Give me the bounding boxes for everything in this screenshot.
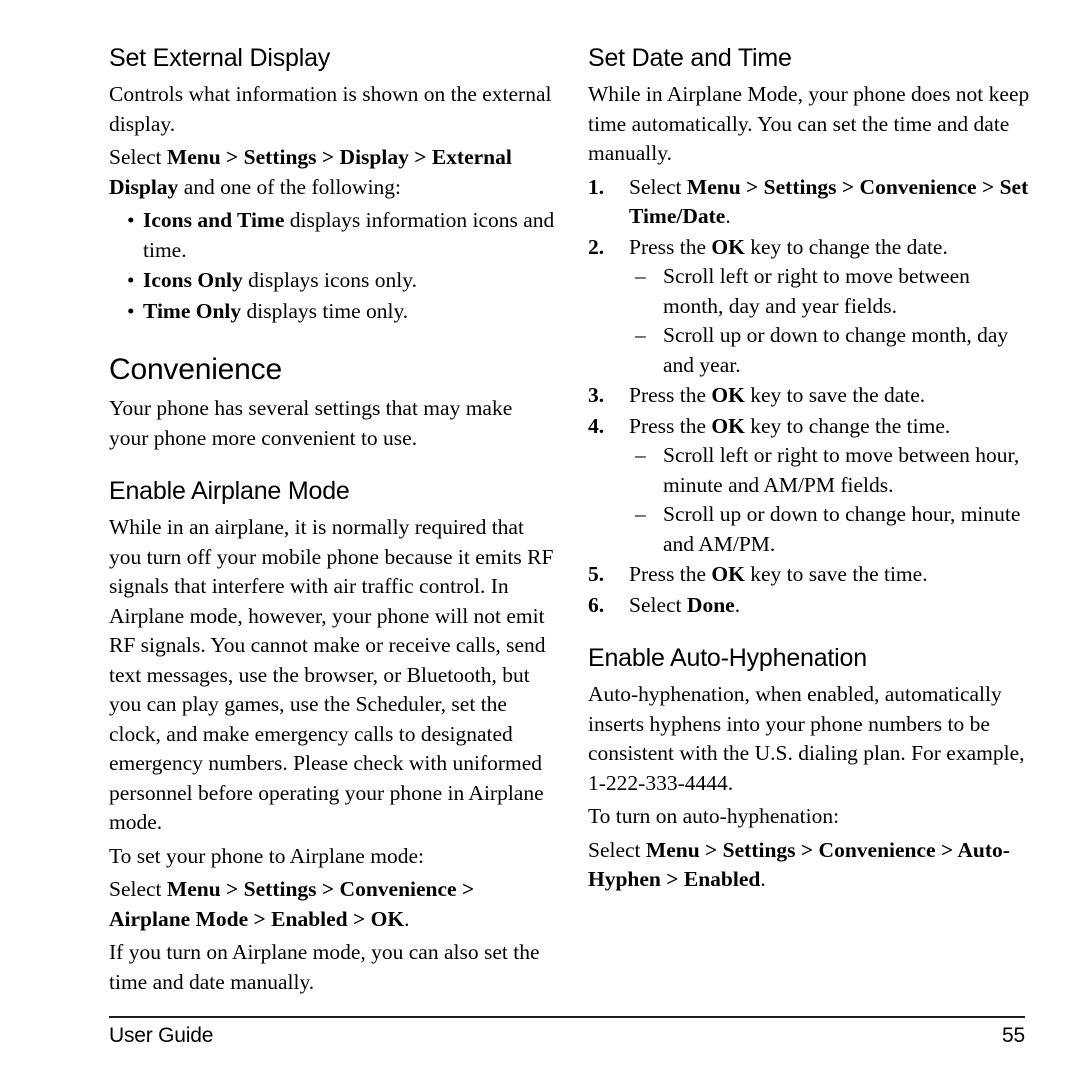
heading-enable-airplane-mode: Enable Airplane Mode xyxy=(109,477,350,505)
option-desc: displays time only. xyxy=(241,298,409,323)
footer-label: User Guide xyxy=(109,1024,214,1047)
footer-divider xyxy=(109,1016,1025,1018)
heading-set-external-display: Set External Display xyxy=(109,44,331,72)
step-lead: Press the xyxy=(629,383,712,407)
step-tail: . xyxy=(734,592,741,617)
key-name: OK xyxy=(711,562,745,586)
step-lead: Select xyxy=(629,592,687,617)
key-name: OK xyxy=(711,413,745,438)
page-number: 55 xyxy=(1002,1024,1025,1047)
step-tail: . xyxy=(725,204,731,228)
page-footer: User Guide 55 xyxy=(109,1016,1025,1048)
sub-step-text: Scroll up or down to change month, day a… xyxy=(663,323,1009,377)
select-lead: Select xyxy=(588,837,646,862)
footer-row: User Guide 55 xyxy=(109,1023,1025,1048)
paragraph-external-display-intro: Controls what information is shown on th… xyxy=(109,82,552,136)
key-name: OK xyxy=(711,383,745,407)
step-tail: key to save the date. xyxy=(744,383,926,407)
bullet-icon: • xyxy=(127,298,135,323)
list-item: – Scroll left or right to move between mo… xyxy=(629,262,1035,321)
paragraph-convenience-intro: Your phone has several settings that may… xyxy=(109,396,513,450)
option-term: Icons Only xyxy=(143,268,243,292)
step-lead: Press the xyxy=(629,413,712,438)
list-item: – Scroll up or down to change hour, minut… xyxy=(629,500,1035,559)
select-lead: Select xyxy=(109,877,167,901)
list-item: • Time Only displays time only. xyxy=(109,297,556,327)
dash-icon: – xyxy=(635,443,646,467)
list-item: 4. Press the OK key to change the time. –… xyxy=(588,412,1035,560)
step-number: 4. xyxy=(588,413,605,438)
heading-set-date-and-time: Set Date and Time xyxy=(588,44,792,72)
step-tail: key to save the time. xyxy=(744,562,928,586)
left-column: Set External Display Controls what infor… xyxy=(109,44,556,1001)
heading-enable-auto-hyphenation: Enable Auto-Hyphenation xyxy=(588,644,867,672)
option-term: Icons and Time xyxy=(143,208,285,232)
select-tail: and one of the following: xyxy=(178,174,402,199)
menu-path-text: Menu > Settings > Convenience > Auto-Hyp… xyxy=(588,837,1010,892)
menu-path-airplane-mode: Select Menu > Settings > Convenience > A… xyxy=(109,875,556,934)
step-lead: Press the xyxy=(629,234,712,259)
list-item: 6. Select Done. xyxy=(588,591,1035,621)
paragraph-airplane-mode-closing: If you turn on Airplane mode, you can al… xyxy=(109,940,540,994)
list-item: – Scroll up or down to change month, day … xyxy=(629,321,1035,380)
sub-step-text: Scroll up or down to change hour, minute… xyxy=(663,502,1021,556)
paragraph-airplane-mode-description: While in an airplane, it is normally req… xyxy=(109,515,554,834)
menu-path-auto-hyphenation: Select Menu > Settings > Convenience > A… xyxy=(588,836,1035,895)
dash-icon: – xyxy=(635,502,646,526)
sub-step-text: Scroll left or right to move between hou… xyxy=(663,443,1020,497)
menu-path-external-display: Select Menu > Settings > Display > Exter… xyxy=(109,143,556,202)
paragraph-set-date-time-intro: While in Airplane Mode, your phone does … xyxy=(588,82,1030,165)
list-item: • Icons Only displays icons only. xyxy=(109,266,556,296)
key-name: OK xyxy=(711,234,745,259)
bullet-icon: • xyxy=(127,208,135,232)
document-page: Set External Display Controls what infor… xyxy=(0,0,1080,1080)
paragraph-airplane-mode-lead-in: To set your phone to Airplane mode: xyxy=(109,843,424,868)
step-number: 1. xyxy=(588,174,605,199)
option-desc: displays icons only. xyxy=(242,268,417,292)
list-item: 2. Press the OK key to change the date. –… xyxy=(588,233,1035,381)
paragraph-auto-hyphenation-description: Auto-hyphenation, when enabled, automati… xyxy=(588,682,1025,795)
step-tail: key to change the time. xyxy=(744,413,951,438)
list-item: 5. Press the OK key to save the time. xyxy=(588,560,1035,590)
right-column: Set Date and Time While in Airplane Mode… xyxy=(588,44,1035,899)
list-item: • Icons and Time displays information ico… xyxy=(109,206,556,265)
step-number: 6. xyxy=(588,592,605,617)
dash-icon: – xyxy=(635,323,646,347)
sub-step-text: Scroll left or right to move between mon… xyxy=(663,264,970,318)
menu-path-text: Menu > Settings > Convenience > Set Time… xyxy=(629,174,1029,229)
option-term: Time Only xyxy=(143,298,242,323)
select-tail: . xyxy=(404,906,410,931)
step-number: 3. xyxy=(588,383,605,407)
step-sub-list: – Scroll left or right to move between mo… xyxy=(629,262,1035,380)
step-number: 2. xyxy=(588,234,605,259)
paragraph-auto-hyphenation-lead-in: To turn on auto-hyphenation: xyxy=(588,804,840,828)
select-tail: . xyxy=(760,867,766,891)
list-item: 3. Press the OK key to save the date. xyxy=(588,381,1035,411)
step-lead: Press the xyxy=(629,562,712,586)
list-item: – Scroll left or right to move between ho… xyxy=(629,441,1035,500)
select-lead: Select xyxy=(109,145,167,169)
step-sub-list: – Scroll left or right to move between ho… xyxy=(629,441,1035,559)
set-date-time-steps-list: 1. Select Menu > Settings > Convenience >… xyxy=(588,173,1035,621)
heading-convenience: Convenience xyxy=(109,353,282,386)
dash-icon: – xyxy=(635,264,646,288)
menu-path-text: Done xyxy=(686,592,735,617)
step-number: 5. xyxy=(588,562,605,586)
step-lead: Select xyxy=(629,174,687,199)
step-tail: key to change the date. xyxy=(744,234,948,259)
external-display-options-list: • Icons and Time displays information ico… xyxy=(109,206,556,326)
bullet-icon: • xyxy=(127,268,135,292)
list-item: 1. Select Menu > Settings > Convenience >… xyxy=(588,173,1035,232)
